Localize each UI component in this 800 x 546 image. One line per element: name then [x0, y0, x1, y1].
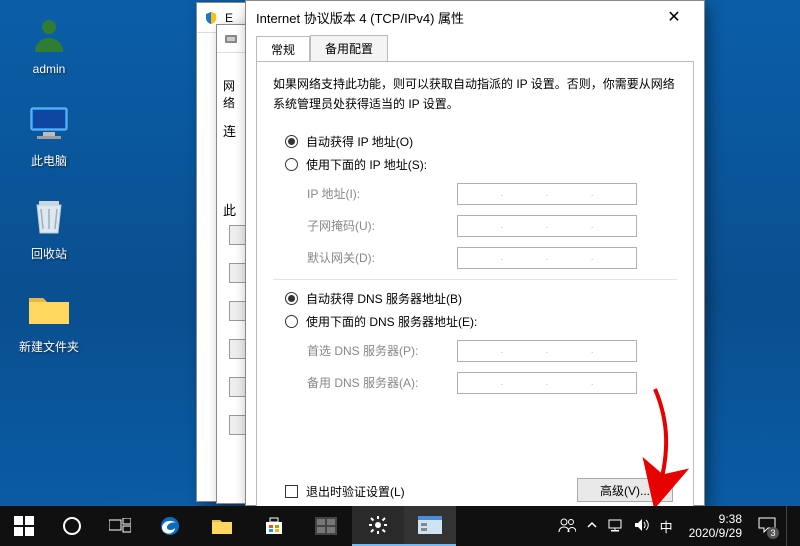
- ip-radio-group: 自动获得 IP 地址(O) 使用下面的 IP 地址(S): IP 地址(I): …: [273, 133, 677, 269]
- volume-icon[interactable]: [634, 518, 650, 535]
- close-button[interactable]: ✕: [654, 7, 694, 27]
- start-button[interactable]: [0, 506, 48, 546]
- desktop-icon-new-folder[interactable]: 新建文件夹: [10, 286, 88, 355]
- desktop-icon-label: 此电脑: [10, 152, 88, 169]
- desktop-icon-label: admin: [10, 62, 88, 76]
- ipv4-properties-dialog: Internet 协议版本 4 (TCP/IPv4) 属性 ✕ 常规 备用配置 …: [245, 0, 705, 506]
- radio-icon: [285, 315, 298, 328]
- field-label: 默认网关(D):: [307, 249, 457, 266]
- desktop-icon-recycle-bin[interactable]: 回收站: [10, 193, 88, 262]
- clock-date: 2020/9/29: [689, 526, 742, 540]
- ethernet-icon: [223, 31, 239, 47]
- field-label: 备用 DNS 服务器(A):: [307, 374, 457, 391]
- people-icon[interactable]: [558, 517, 576, 536]
- desktop-icon-user[interactable]: admin: [10, 10, 88, 76]
- validate-on-exit-checkbox[interactable]: 退出时验证设置(L): [285, 483, 405, 500]
- radio-label: 使用下面的 IP 地址(S):: [306, 156, 427, 173]
- dialog-description: 如果网络支持此功能，则可以获取自动指派的 IP 设置。否则，你需要从网络系统管理…: [273, 74, 677, 115]
- task-view-button[interactable]: [96, 506, 144, 546]
- preferred-dns-input[interactable]: ...: [457, 340, 637, 362]
- desktop-icon-grid: admin 此电脑 回收站 新建文件夹: [10, 10, 88, 379]
- action-center-icon[interactable]: 3: [758, 517, 776, 536]
- dns-radio-group: 自动获得 DNS 服务器地址(B) 使用下面的 DNS 服务器地址(E): 首选…: [273, 290, 677, 394]
- tab-panel-general: 如果网络支持此功能，则可以获取自动指派的 IP 设置。否则，你需要从网络系统管理…: [256, 61, 694, 513]
- tab-label-fragment: 网络: [223, 77, 243, 111]
- notification-badge: 3: [767, 527, 779, 539]
- dialog-titlebar[interactable]: Internet 协议版本 4 (TCP/IPv4) 属性 ✕: [246, 1, 704, 33]
- show-desktop-button[interactable]: [786, 506, 792, 546]
- radio-label: 自动获得 DNS 服务器地址(B): [306, 290, 462, 307]
- subnet-mask-input[interactable]: ...: [457, 215, 637, 237]
- taskbar-app-file-explorer[interactable]: [196, 506, 248, 546]
- tray-chevron-icon[interactable]: [586, 519, 598, 534]
- advanced-button[interactable]: 高级(V)...: [577, 478, 673, 502]
- field-preferred-dns: 首选 DNS 服务器(P): ...: [285, 340, 677, 362]
- taskbar-clock[interactable]: 9:38 2020/9/29: [683, 512, 748, 541]
- desktop-icon-this-pc[interactable]: 此电脑: [10, 100, 88, 169]
- section-label-fragment: 连: [223, 121, 243, 140]
- radio-obtain-ip-auto[interactable]: 自动获得 IP 地址(O): [285, 133, 677, 150]
- taskbar: 中 9:38 2020/9/29 3: [0, 506, 800, 546]
- radio-icon: [285, 292, 298, 305]
- default-gateway-input[interactable]: ...: [457, 247, 637, 269]
- button-label: 高级(V)...: [600, 482, 650, 499]
- radio-use-dns-manual[interactable]: 使用下面的 DNS 服务器地址(E):: [285, 313, 677, 330]
- ime-indicator[interactable]: 中: [660, 517, 673, 536]
- desktop-icon-label: 回收站: [10, 245, 88, 262]
- desktop: admin 此电脑 回收站 新建文件夹 E: [0, 0, 800, 546]
- radio-obtain-dns-auto[interactable]: 自动获得 DNS 服务器地址(B): [285, 290, 677, 307]
- taskbar-app-store[interactable]: [248, 506, 300, 546]
- window-title-fragment: E: [225, 11, 233, 25]
- field-label: 首选 DNS 服务器(P):: [307, 342, 457, 359]
- field-subnet-mask: 子网掩码(U): ...: [285, 215, 677, 237]
- radio-use-ip-manual[interactable]: 使用下面的 IP 地址(S):: [285, 156, 677, 173]
- cortana-button[interactable]: [48, 506, 96, 546]
- checkbox-label: 退出时验证设置(L): [306, 483, 405, 500]
- system-tray: 中 9:38 2020/9/29 3: [558, 506, 800, 546]
- field-label: IP 地址(I):: [307, 185, 457, 202]
- dialog-title: Internet 协议版本 4 (TCP/IPv4) 属性: [256, 8, 654, 27]
- field-default-gateway: 默认网关(D): ...: [285, 247, 677, 269]
- checkbox-icon: [285, 485, 298, 498]
- dialog-tabs: 常规 备用配置: [246, 35, 704, 61]
- radio-label: 自动获得 IP 地址(O): [306, 133, 413, 150]
- section-label-fragment: 此: [223, 200, 243, 219]
- field-alternate-dns: 备用 DNS 服务器(A): ...: [285, 372, 677, 394]
- network-icon[interactable]: [608, 518, 624, 535]
- clock-time: 9:38: [689, 512, 742, 526]
- tab-alternate[interactable]: 备用配置: [310, 35, 388, 61]
- alternate-dns-input[interactable]: ...: [457, 372, 637, 394]
- taskbar-app-control-panel[interactable]: [404, 506, 456, 546]
- radio-label: 使用下面的 DNS 服务器地址(E):: [306, 313, 477, 330]
- taskbar-app-settings[interactable]: [352, 506, 404, 546]
- field-label: 子网掩码(U):: [307, 217, 457, 234]
- radio-icon: [285, 135, 298, 148]
- tab-general[interactable]: 常规: [256, 36, 310, 62]
- taskbar-app-edge[interactable]: [144, 506, 196, 546]
- field-ip-address: IP 地址(I): ...: [285, 183, 677, 205]
- taskbar-app-server-manager[interactable]: [300, 506, 352, 546]
- desktop-icon-label: 新建文件夹: [10, 338, 88, 355]
- ip-address-input[interactable]: ...: [457, 183, 637, 205]
- radio-icon: [285, 158, 298, 171]
- windows-logo-icon: [14, 516, 34, 536]
